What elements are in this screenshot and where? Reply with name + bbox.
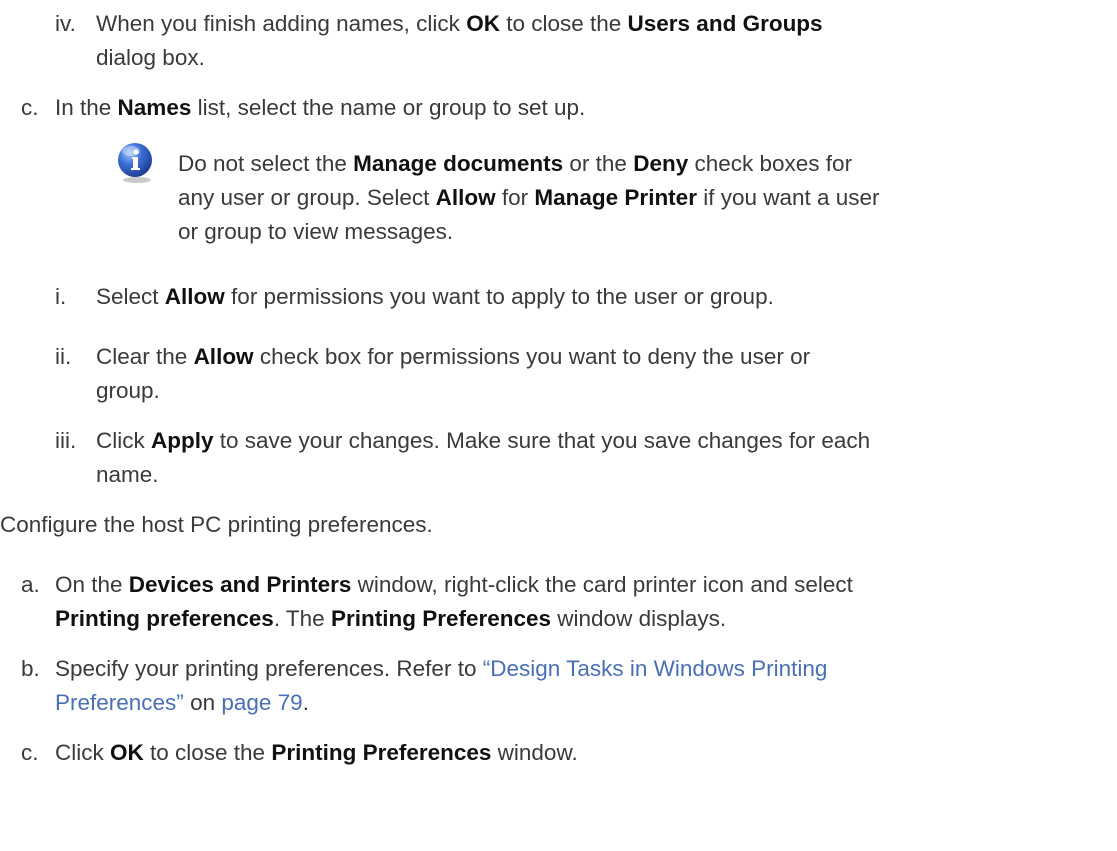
- step-a-text: On the Devices and Printers window, righ…: [55, 572, 853, 631]
- step-ii-text: Clear the Allow check box for permission…: [96, 344, 811, 403]
- step-b-text: Specify your printing preferences. Refer…: [55, 656, 828, 715]
- step-label: a.: [21, 572, 40, 597]
- step-c-text: In the Names list, select the name or gr…: [55, 95, 586, 120]
- step-label: b.: [21, 656, 40, 681]
- step-label: iv.: [55, 11, 76, 36]
- step-c2-text: Click OK to close the Printing Preferenc…: [55, 740, 578, 765]
- page-79-link[interactable]: page 79: [221, 690, 302, 715]
- info-icon: [118, 143, 152, 183]
- step-i-text: Select Allow for permissions you want to…: [96, 284, 774, 309]
- note-text: Do not select the Manage documents or th…: [178, 151, 880, 244]
- step-label: c.: [21, 95, 39, 120]
- step-label: i.: [55, 284, 67, 309]
- step-label: c.: [21, 740, 39, 765]
- step-iii-text: Click Apply to save your changes. Make s…: [96, 428, 871, 487]
- configure-step-text: Configure the host PC printing preferenc…: [0, 512, 433, 537]
- step-label: iii.: [55, 428, 77, 453]
- step-iv-text: When you finish adding names, click OK t…: [96, 11, 823, 70]
- step-label: ii.: [55, 344, 72, 369]
